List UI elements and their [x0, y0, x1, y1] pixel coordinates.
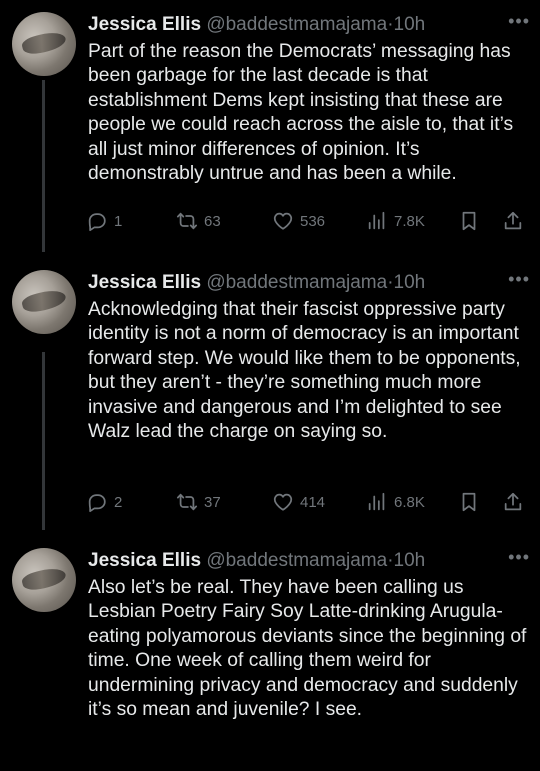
- views-button[interactable]: 7.8K: [366, 206, 425, 236]
- reply-count: 1: [114, 212, 123, 230]
- timestamp[interactable]: 10h: [394, 272, 426, 293]
- like-icon: [273, 212, 293, 230]
- like-count: 536: [300, 212, 326, 230]
- tweet-text: Part of the reason the Democrats’ messag…: [88, 41, 514, 185]
- share-icon: [504, 492, 522, 511]
- timestamp[interactable]: 10h: [394, 550, 426, 571]
- share-button[interactable]: [502, 487, 524, 517]
- repost-icon: [176, 212, 198, 230]
- reply-count: 2: [114, 493, 123, 511]
- like-count: 414: [300, 493, 326, 511]
- tweet-actions: 1 63 536 7.8K: [86, 206, 526, 236]
- tweet-text: Also let’s be real. They have been calli…: [88, 577, 527, 721]
- share-icon: [504, 211, 522, 230]
- timestamp[interactable]: 10h: [394, 14, 426, 35]
- bookmark-button[interactable]: [458, 206, 480, 236]
- author-name[interactable]: Jessica Ellis: [88, 14, 201, 35]
- tweet-text: Acknowledging that their fascist oppress…: [88, 299, 521, 443]
- bookmark-icon: [462, 211, 476, 231]
- tweet[interactable]: Jessica Ellis @baddestmamajama·10h ••• A…: [0, 269, 540, 530]
- more-options-icon[interactable]: •••: [508, 8, 530, 34]
- tweet-header: Jessica Ellis @baddestmamajama·10h •••: [88, 547, 530, 574]
- bookmark-button[interactable]: [458, 487, 480, 517]
- avatar[interactable]: [12, 270, 76, 334]
- reply-button[interactable]: 1: [86, 206, 122, 236]
- author-handle[interactable]: @baddestmamajama: [206, 272, 387, 293]
- views-button[interactable]: 6.8K: [366, 487, 425, 517]
- avatar[interactable]: [12, 548, 76, 612]
- like-button[interactable]: 536: [272, 206, 325, 236]
- tweet[interactable]: Jessica Ellis @baddestmamajama·10h ••• P…: [0, 11, 540, 252]
- repost-button[interactable]: 63: [176, 206, 221, 236]
- tweet-actions: 2 37 414 6.8K: [86, 487, 526, 517]
- more-options-icon[interactable]: •••: [508, 544, 530, 570]
- author-handle[interactable]: @baddestmamajama: [206, 14, 387, 35]
- views-icon: [368, 492, 385, 511]
- share-button[interactable]: [502, 206, 524, 236]
- tweet[interactable]: Jessica Ellis @baddestmamajama·10h ••• A…: [0, 547, 540, 771]
- reply-icon: [88, 494, 106, 513]
- tweet-header: Jessica Ellis @baddestmamajama·10h •••: [88, 11, 530, 38]
- views-icon: [368, 211, 385, 230]
- avatar[interactable]: [12, 12, 76, 76]
- like-icon: [273, 493, 293, 511]
- repost-count: 37: [204, 493, 221, 511]
- repost-count: 63: [204, 212, 221, 230]
- repost-button[interactable]: 37: [176, 487, 221, 517]
- bookmark-icon: [462, 492, 476, 512]
- views-count: 7.8K: [394, 212, 425, 230]
- more-options-icon[interactable]: •••: [508, 266, 530, 292]
- like-button[interactable]: 414: [272, 487, 325, 517]
- author-name[interactable]: Jessica Ellis: [88, 550, 201, 571]
- author-handle[interactable]: @baddestmamajama: [206, 550, 387, 571]
- reply-button[interactable]: 2: [86, 487, 122, 517]
- author-name[interactable]: Jessica Ellis: [88, 272, 201, 293]
- tweet-header: Jessica Ellis @baddestmamajama·10h •••: [88, 269, 530, 296]
- repost-icon: [176, 493, 198, 511]
- reply-icon: [88, 213, 106, 232]
- views-count: 6.8K: [394, 493, 425, 511]
